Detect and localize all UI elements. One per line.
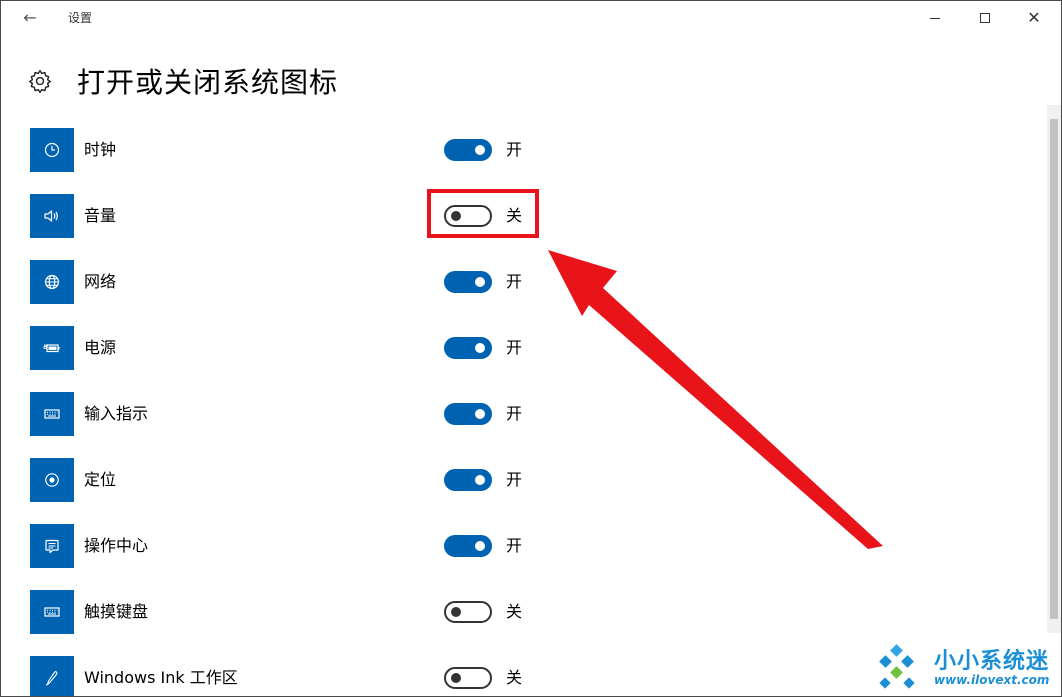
action-center-icon (45, 539, 59, 554)
list-item-touch-keyboard: 触摸键盘 关 (30, 590, 630, 656)
back-button[interactable]: ← (15, 7, 45, 29)
list-item-clock: 时钟 开 (30, 128, 630, 194)
annotation-highlight-box (427, 189, 539, 238)
toggle-state-label: 关 (506, 602, 523, 621)
battery-icon (43, 344, 60, 353)
page-title: 打开或关闭系统图标 (77, 66, 339, 99)
volume-icon (44, 210, 58, 222)
item-label: Windows Ink 工作区 (84, 668, 238, 687)
volume-tile (30, 194, 74, 238)
network-toggle[interactable] (444, 271, 492, 293)
window-title: 设置 (68, 11, 93, 25)
location-toggle[interactable] (444, 469, 492, 491)
clock-tile (30, 128, 74, 172)
toggle-state-label: 关 (506, 668, 523, 687)
gear-icon (29, 70, 51, 94)
system-icons-list: 时钟 开 音量 关 网络 开 电源 开 输入指示 开 定位 开 操作中心 开 触… (30, 128, 630, 696)
toggle-knob (475, 277, 485, 287)
toggle-knob (451, 607, 461, 617)
location-icon (45, 473, 59, 487)
minimize-button[interactable] (912, 1, 958, 35)
list-item-power: 电源 开 (30, 326, 630, 392)
windows-ink-toggle[interactable] (444, 667, 492, 689)
toggle-knob (475, 475, 485, 485)
item-label: 操作中心 (84, 536, 149, 555)
maximize-button[interactable] (962, 1, 1008, 35)
action-center-tile (30, 524, 74, 568)
toggle-state-label: 开 (506, 140, 523, 159)
minimize-icon (930, 17, 940, 19)
scrollbar-thumb[interactable] (1050, 119, 1058, 619)
input-indicator-toggle[interactable] (444, 403, 492, 425)
toggle-state-label: 开 (506, 404, 523, 423)
arrow-left-icon: ← (23, 8, 37, 27)
item-label: 网络 (84, 272, 117, 291)
toggle-knob (475, 409, 485, 419)
list-item-action-center: 操作中心 开 (30, 524, 630, 590)
clock-icon (44, 142, 60, 158)
settings-window: ← 设置 ✕ 打开或关闭系统图标 时钟 开 音量 关 网络 开 电源 开 输入指… (0, 0, 1062, 697)
item-label: 定位 (84, 470, 117, 489)
watermark: 小小系统迷 www.ilovext.com (872, 640, 1058, 694)
network-tile (30, 260, 74, 304)
item-label: 触摸键盘 (84, 602, 149, 621)
title-bar: ← 设置 ✕ (1, 1, 1061, 35)
watermark-logo (879, 644, 915, 689)
list-item-windows-ink: Windows Ink 工作区 关 (30, 656, 630, 696)
page-header: 打开或关闭系统图标 (27, 59, 338, 103)
location-tile (30, 458, 74, 502)
toggle-knob (475, 541, 485, 551)
toggle-knob (475, 343, 485, 353)
list-item-input-indicator: 输入指示 开 (30, 392, 630, 458)
input-indicator-tile (30, 392, 74, 436)
list-item-network: 网络 开 (30, 260, 630, 326)
action-center-toggle[interactable] (444, 535, 492, 557)
toggle-state-label: 开 (506, 470, 523, 489)
maximize-icon (980, 13, 990, 23)
touch-keyboard-icon (44, 607, 60, 617)
toggle-knob (475, 145, 485, 155)
watermark-name: 小小系统迷 (934, 649, 1050, 674)
touch-keyboard-toggle[interactable] (444, 601, 492, 623)
pen-icon (45, 670, 58, 686)
windows-ink-tile (30, 656, 74, 696)
item-label: 时钟 (84, 140, 117, 159)
clock-toggle[interactable] (444, 139, 492, 161)
list-item-location: 定位 开 (30, 458, 630, 524)
item-label: 电源 (84, 338, 117, 357)
globe-icon (44, 274, 60, 290)
watermark-url: www.ilovext.com (934, 673, 1050, 687)
item-label: 输入指示 (84, 404, 149, 423)
scrollbar[interactable] (1047, 105, 1061, 633)
toggle-state-label: 开 (506, 272, 523, 291)
touch-keyboard-tile (30, 590, 74, 634)
toggle-knob (451, 673, 461, 683)
list-item-volume: 音量 关 (30, 194, 630, 260)
power-tile (30, 326, 74, 370)
power-toggle[interactable] (444, 337, 492, 359)
item-label: 音量 (84, 206, 117, 225)
close-button[interactable]: ✕ (1011, 1, 1057, 35)
close-icon: ✕ (1027, 8, 1041, 27)
toggle-state-label: 开 (506, 536, 523, 555)
toggle-state-label: 开 (506, 338, 523, 357)
keyboard-icon (44, 409, 60, 419)
